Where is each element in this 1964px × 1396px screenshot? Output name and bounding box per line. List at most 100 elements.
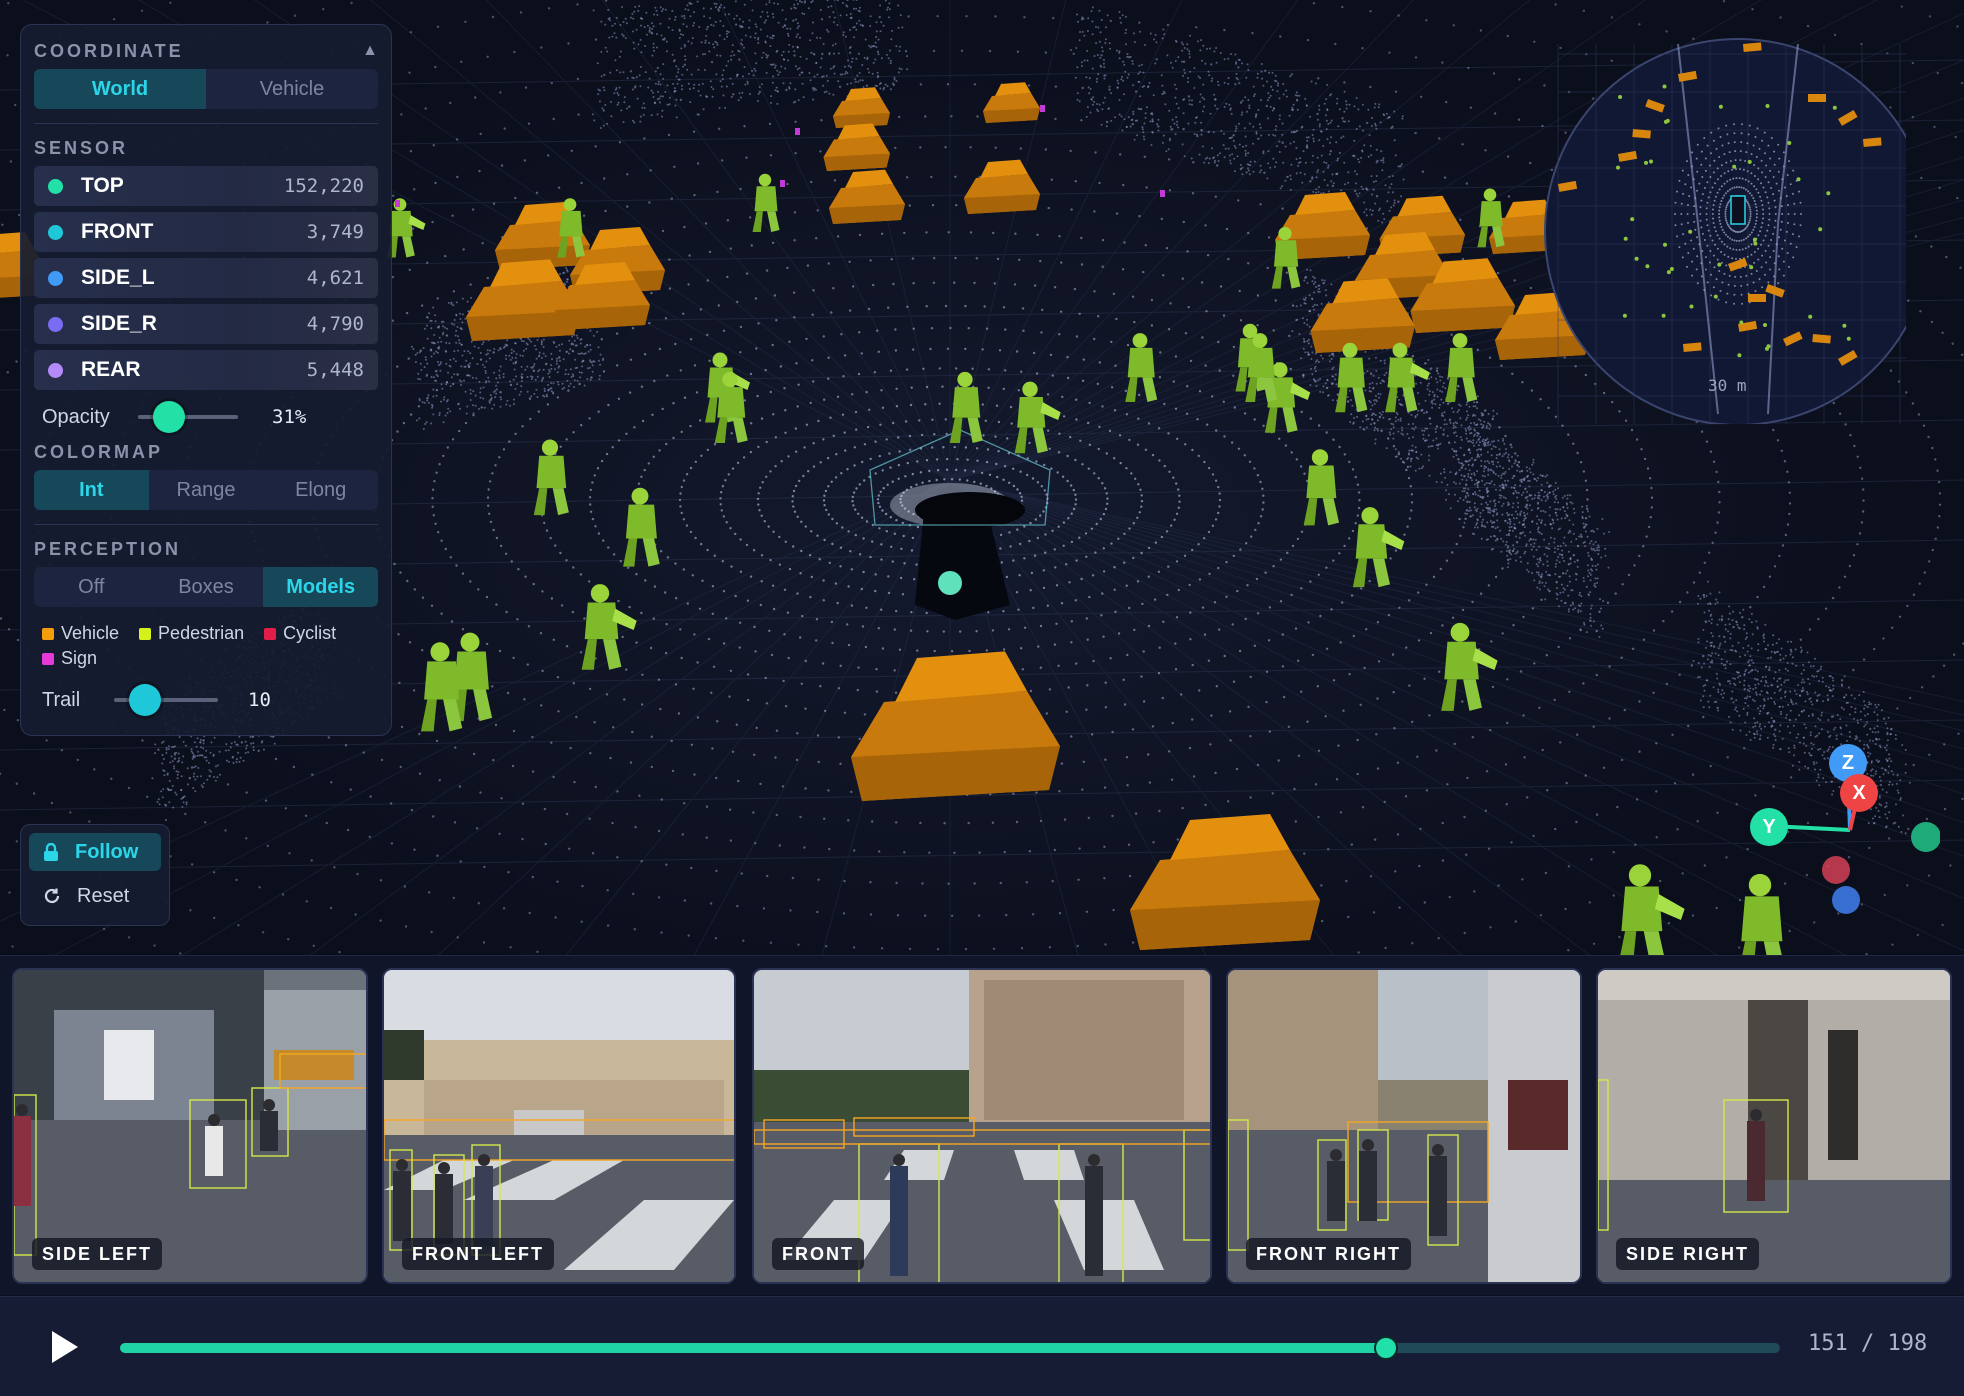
camera-controls: Follow Reset	[20, 824, 170, 926]
minimap-pedestrian	[1747, 159, 1752, 164]
sensor-name: TOP	[81, 174, 124, 197]
minimap-pedestrian	[1689, 304, 1694, 309]
axis-x-badge[interactable]: X	[1840, 774, 1878, 812]
vehicle-model[interactable]	[833, 87, 890, 128]
sensor-item-side-r[interactable]: SIDE_R 4,790	[34, 304, 378, 344]
timeline-progress	[120, 1343, 1386, 1353]
collapse-icon[interactable]: ▲	[362, 42, 378, 60]
ego-marker	[938, 571, 962, 595]
vehicle-model[interactable]	[829, 169, 905, 224]
frame-counter: 151 / 198	[1808, 1331, 1928, 1356]
minimap-pedestrian	[1622, 313, 1627, 318]
perception-option-boxes[interactable]: Boxes	[149, 567, 264, 607]
gizmo-neg-x	[1822, 856, 1850, 884]
timeline-scrubber[interactable]	[120, 1336, 1780, 1360]
sensor-count: 4,790	[306, 313, 364, 335]
sensor-item-front[interactable]: FRONT 3,749	[34, 212, 378, 252]
trail-slider[interactable]	[114, 684, 218, 716]
gizmo-neg-y	[1911, 822, 1940, 852]
opacity-slider-knob[interactable]	[153, 401, 185, 433]
perception-title: PERCEPTION	[34, 539, 182, 559]
camera-image	[1228, 970, 1580, 1282]
pedestrian-model[interactable]	[533, 439, 569, 516]
minimap-pedestrian	[1634, 256, 1639, 261]
opacity-label: Opacity	[42, 405, 110, 428]
legend-label: Sign	[61, 648, 98, 668]
opacity-slider[interactable]	[138, 401, 238, 433]
camera-strip: SIDE LEFT FRONT LEFT FRONT FRONT RIGHT S…	[0, 955, 1964, 1295]
perception-option-models[interactable]: Models	[263, 567, 378, 607]
lock-icon	[44, 843, 58, 861]
camera-view-front[interactable]: FRONT	[752, 968, 1212, 1284]
colormap-title: COLORMAP	[34, 442, 163, 462]
minimap-pedestrian	[1662, 84, 1667, 89]
minimap-pedestrian	[1739, 320, 1744, 325]
app-root: 30 m Z X Y COORDINATE ▲ World Vehicle SE…	[0, 0, 1964, 1396]
timeline-knob[interactable]	[1373, 1336, 1398, 1360]
minimap-pedestrian	[1661, 313, 1666, 318]
camera-image	[1598, 970, 1950, 1282]
camera-view-front-left[interactable]: FRONT LEFT	[382, 968, 736, 1284]
pedestrian-model[interactable]	[1014, 381, 1061, 454]
minimap[interactable]: 30 m	[1538, 24, 1932, 426]
axis-gizmo[interactable]: Z X Y	[1740, 740, 1940, 920]
colormap-toggle: Int Range Elong	[34, 470, 378, 510]
follow-button[interactable]: Follow	[29, 833, 161, 871]
camera-view-side-right[interactable]: SIDE RIGHT	[1596, 968, 1952, 1284]
axis-y-badge[interactable]: Y	[1750, 808, 1788, 846]
divider	[34, 524, 378, 525]
sensor-name: REAR	[81, 358, 141, 381]
reset-label: Reset	[77, 884, 130, 907]
pedestrian-model[interactable]	[1445, 333, 1478, 402]
colormap-option-range[interactable]: Range	[149, 470, 264, 510]
sensor-dot-icon	[48, 270, 63, 286]
sensor-item-top[interactable]: TOP 152,220	[34, 166, 378, 206]
pedestrian-model[interactable]	[752, 173, 780, 233]
vehicle-model[interactable]	[823, 123, 891, 171]
control-panel: COORDINATE ▲ World Vehicle SENSOR TOP 152…	[20, 24, 392, 736]
minimap-pedestrian	[1669, 267, 1674, 271]
sensor-item-rear[interactable]: REAR 5,448	[34, 350, 378, 390]
pedestrian-model[interactable]	[387, 198, 426, 258]
pedestrian-model[interactable]	[581, 584, 637, 670]
reset-icon	[44, 888, 60, 904]
minimap-pedestrian	[1749, 265, 1754, 270]
perception-legend: Vehicle Pedestrian Cyclist Sign	[34, 621, 378, 671]
legend-swatch	[42, 652, 54, 665]
pedestrian-model[interactable]	[420, 642, 463, 732]
minimap-pedestrian	[1737, 353, 1742, 358]
pedestrian-model[interactable]	[1352, 507, 1405, 588]
pedestrian-model[interactable]	[1303, 449, 1340, 526]
pedestrian-model[interactable]	[1335, 342, 1368, 413]
reset-button[interactable]: Reset	[29, 877, 161, 915]
coordinate-option-world[interactable]: World	[34, 69, 206, 109]
coordinate-toggle: World Vehicle	[34, 69, 378, 109]
pedestrian-model[interactable]	[1441, 622, 1498, 711]
legend-swatch	[42, 627, 54, 640]
sensor-name: SIDE_R	[81, 312, 157, 335]
sensor-item-side-l[interactable]: SIDE_L 4,621	[34, 258, 378, 298]
play-icon[interactable]	[44, 1327, 84, 1367]
minimap-pedestrian	[1732, 164, 1737, 169]
legend-swatch	[139, 627, 152, 640]
minimap-vehicle	[1743, 42, 1762, 52]
camera-view-front-right[interactable]: FRONT RIGHT	[1226, 968, 1582, 1284]
camera-view-side-left[interactable]: SIDE LEFT	[12, 968, 368, 1284]
coordinate-option-vehicle[interactable]: Vehicle	[206, 69, 378, 109]
vehicle-model[interactable]	[1130, 814, 1320, 950]
camera-label: FRONT LEFT	[402, 1238, 554, 1270]
perception-toggle: Off Boxes Models	[34, 567, 378, 607]
colormap-option-int[interactable]: Int	[34, 470, 149, 510]
minimap-pedestrian	[1663, 242, 1667, 247]
vehicle-model[interactable]	[983, 82, 1040, 123]
minimap-scale-label: 30 m	[1708, 376, 1747, 395]
perception-option-off[interactable]: Off	[34, 567, 149, 607]
pedestrian-model[interactable]	[1618, 864, 1685, 955]
colormap-option-elong[interactable]: Elong	[263, 470, 378, 510]
trail-slider-knob[interactable]	[129, 684, 162, 716]
minimap-pedestrian	[1787, 141, 1792, 145]
legend-label: Cyclist	[283, 623, 337, 643]
vehicle-model[interactable]	[964, 159, 1040, 214]
trail-row: Trail 10	[34, 679, 378, 721]
legend-label: Vehicle	[61, 623, 120, 643]
